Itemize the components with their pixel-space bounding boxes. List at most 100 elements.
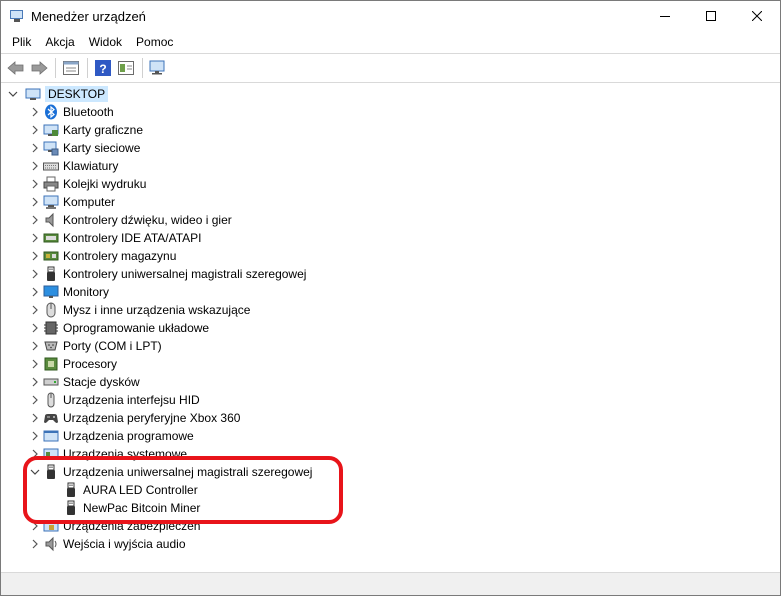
tree-category-item[interactable]: Karty graficzne [27, 121, 143, 139]
tree-category-item[interactable]: Procesory [27, 355, 117, 373]
hid-icon [43, 392, 59, 408]
expand-chevron-icon[interactable] [27, 122, 43, 138]
view-icon [118, 61, 134, 75]
usb-icon [43, 266, 59, 282]
tree-item-label: Bluetooth [63, 105, 114, 119]
tree-item-label: Wejścia i wyjścia audio [63, 537, 186, 551]
tree-category-item[interactable]: Urządzenia uniwersalnej magistrali szere… [27, 463, 312, 481]
expand-chevron-icon[interactable] [27, 104, 43, 120]
tree-category-item[interactable]: Kontrolery uniwersalnej magistrali szere… [27, 265, 306, 283]
tree-item-label: Klawiatury [63, 159, 119, 173]
expand-chevron-icon[interactable] [27, 158, 43, 174]
mouse-icon [43, 302, 59, 318]
expand-chevron-icon[interactable] [27, 374, 43, 390]
tree-category-item[interactable]: Stacje dysków [27, 373, 140, 391]
usb-icon [63, 482, 79, 498]
close-button[interactable] [734, 1, 780, 31]
tree-category-item[interactable]: Kontrolery magazynu [27, 247, 176, 265]
scan-hardware-icon [149, 60, 165, 75]
keyboard-icon [43, 158, 59, 174]
audio-io-icon [43, 536, 59, 552]
tree-item-label: Kolejki wydruku [63, 177, 147, 191]
expand-chevron-icon[interactable] [27, 428, 43, 444]
expand-chevron-icon[interactable] [27, 338, 43, 354]
usb-icon [63, 500, 79, 516]
expand-chevron-icon[interactable] [27, 248, 43, 264]
menu-bar: Plik Akcja Widok Pomoc [1, 31, 780, 53]
bluetooth-icon [43, 104, 59, 120]
tree-category-item[interactable]: Urządzenia zabezpieczeń [27, 517, 200, 535]
tree-item-label: Porty (COM i LPT) [63, 339, 162, 353]
back-arrow-icon [7, 61, 24, 75]
expand-chevron-icon[interactable] [27, 410, 43, 426]
forward-arrow-icon [31, 61, 48, 75]
storage-controller-icon [43, 248, 59, 264]
title-bar[interactable]: Menedżer urządzeń [1, 1, 780, 31]
expand-chevron-icon[interactable] [27, 302, 43, 318]
tree-category-item[interactable]: Urządzenia interfejsu HID [27, 391, 200, 409]
collapse-chevron-icon[interactable] [5, 86, 21, 102]
expand-chevron-icon[interactable] [27, 212, 43, 228]
tree-category-item[interactable]: Komputer [27, 193, 115, 211]
window-title: Menedżer urządzeń [31, 8, 146, 24]
computer-icon [43, 194, 59, 210]
monitor-icon [43, 284, 59, 300]
ide-controller-icon [43, 230, 59, 246]
expand-chevron-icon[interactable] [27, 284, 43, 300]
tree-category-item[interactable]: Klawiatury [27, 157, 118, 175]
menu-action[interactable]: Akcja [38, 31, 81, 53]
tree-category-item[interactable]: Karty sieciowe [27, 139, 140, 157]
expand-chevron-icon[interactable] [27, 266, 43, 282]
forward-button[interactable] [28, 57, 50, 79]
maximize-button[interactable] [688, 1, 734, 31]
expand-chevron-icon[interactable] [27, 176, 43, 192]
menu-help[interactable]: Pomoc [129, 31, 180, 53]
expand-chevron-icon[interactable] [27, 536, 43, 552]
expand-chevron-icon[interactable] [27, 356, 43, 372]
device-tree[interactable]: DESKTOP Bluetooth Karty graficzne Karty si… [1, 84, 780, 573]
tree-device-item[interactable]: NewPac Bitcoin Miner [63, 499, 200, 517]
network-adapter-icon [43, 140, 59, 156]
tree-root[interactable]: DESKTOP [1, 85, 109, 103]
expand-chevron-icon[interactable] [27, 194, 43, 210]
expand-chevron-icon[interactable] [27, 518, 43, 534]
tree-category-item[interactable]: Urządzenia programowe [27, 427, 194, 445]
tree-category-item[interactable]: Wejścia i wyjścia audio [27, 535, 186, 553]
tree-category-item[interactable]: Mysz i inne urządzenia wskazujące [27, 301, 250, 319]
back-button[interactable] [5, 57, 27, 79]
tree-item-label: Urządzenia programowe [63, 429, 194, 443]
collapse-chevron-icon[interactable] [27, 464, 43, 480]
properties-button[interactable] [60, 57, 82, 79]
expand-chevron-icon[interactable] [27, 320, 43, 336]
tree-item-label: Karty graficzne [63, 123, 144, 137]
tree-device-item[interactable]: AURA LED Controller [63, 481, 198, 499]
expand-chevron-icon[interactable] [27, 140, 43, 156]
expand-chevron-icon[interactable] [27, 392, 43, 408]
tree-item-label: Komputer [63, 195, 116, 209]
view-button[interactable] [115, 57, 137, 79]
tree-category-item[interactable]: Monitory [27, 283, 109, 301]
tree-item-label: Oprogramowanie układowe [63, 321, 210, 335]
tree-item-label: Kontrolery IDE ATA/ATAPI [63, 231, 202, 245]
tree-item-label: Urządzenia interfejsu HID [63, 393, 200, 407]
expand-chevron-icon[interactable] [27, 230, 43, 246]
help-icon: ? [95, 60, 111, 76]
menu-view[interactable]: Widok [82, 31, 129, 53]
tree-category-item[interactable]: Kolejki wydruku [27, 175, 146, 193]
help-button[interactable]: ? [92, 57, 114, 79]
tree-category-item[interactable]: Kontrolery dźwięku, wideo i gier [27, 211, 232, 229]
tree-category-item[interactable]: Urządzenia peryferyjne Xbox 360 [27, 409, 240, 427]
minimize-button[interactable] [642, 1, 688, 31]
menu-file[interactable]: Plik [5, 31, 38, 53]
tree-category-item[interactable]: Porty (COM i LPT) [27, 337, 162, 355]
tree-category-item[interactable]: Oprogramowanie układowe [27, 319, 209, 337]
expand-chevron-icon[interactable] [27, 446, 43, 462]
tree-item-label: Kontrolery dźwięku, wideo i gier [63, 213, 232, 227]
tree-item-label: Urządzenia systemowe [63, 447, 188, 461]
scan-hardware-button[interactable] [147, 57, 169, 79]
security-device-icon [43, 518, 59, 534]
tree-category-item[interactable]: Urządzenia systemowe [27, 445, 187, 463]
port-icon [43, 338, 59, 354]
tree-category-item[interactable]: Bluetooth [27, 103, 114, 121]
tree-category-item[interactable]: Kontrolery IDE ATA/ATAPI [27, 229, 202, 247]
